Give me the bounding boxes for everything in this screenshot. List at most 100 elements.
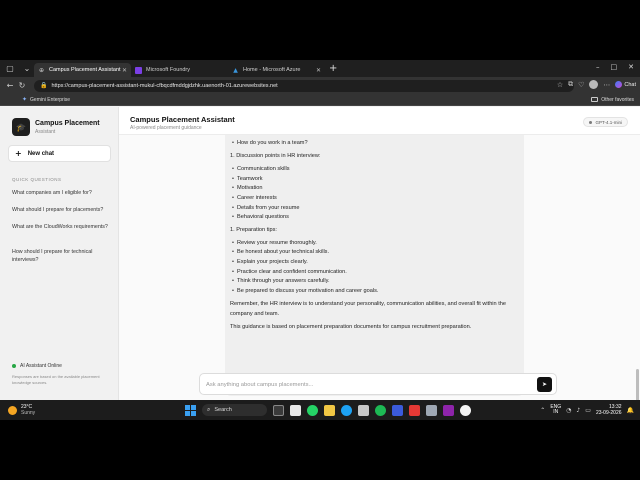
region-code: IN xyxy=(553,409,559,415)
message-line: How do you work in a team? xyxy=(232,140,308,146)
app-icon[interactable] xyxy=(443,404,454,416)
message-paragraph: Remember, the HR interview is to underst… xyxy=(230,301,506,317)
app-icon[interactable] xyxy=(392,404,403,416)
search-label: Search xyxy=(214,407,232,413)
sources-note: Responses are based on the available pla… xyxy=(12,374,100,385)
tab-campus-placement[interactable]: ⊕ Campus Placement Assistant ✕ xyxy=(34,63,131,77)
gemini-icon: ✦ xyxy=(22,96,28,103)
tab-microsoft-foundry[interactable]: Microsoft Foundry xyxy=(131,63,228,77)
url-field[interactable]: 🔒 https://campus-placement-assistant-muk… xyxy=(34,79,574,92)
maximize-icon[interactable]: □ xyxy=(611,63,618,71)
extensions-icon[interactable]: ⧉ xyxy=(568,80,573,89)
date: 23-09-2026 xyxy=(595,410,622,416)
system-tray: ⌃ ENG IN ◔ ♪ ▭ 13:32 23-09-2026 🔔 xyxy=(540,404,634,416)
assistant-message: How do you work in a team? 1. Discussion… xyxy=(225,135,524,396)
chrome-icon[interactable] xyxy=(460,404,471,416)
quick-question[interactable]: How should I prepare for technical inter… xyxy=(12,249,110,264)
new-chat-label: New chat xyxy=(27,150,55,157)
brand-subtitle: Assistant xyxy=(35,128,56,135)
list-item: Behavioral questions xyxy=(232,214,289,220)
close-window-icon[interactable]: ✕ xyxy=(628,63,634,71)
language-indicator[interactable]: ENG IN xyxy=(550,404,561,416)
brand: 🎓 Campus Placement Assistant xyxy=(12,118,100,136)
close-icon[interactable]: ✕ xyxy=(316,67,321,74)
model-dot-icon xyxy=(589,120,593,124)
tab-label: Campus Placement Assistant xyxy=(49,67,121,73)
file-explorer-icon[interactable] xyxy=(324,404,335,416)
toolbar-right: ☆ ⧉ ♡ ⋯ Chat xyxy=(557,80,636,89)
list-item: Review your resume thoroughly. xyxy=(232,240,317,246)
back-icon[interactable]: ← xyxy=(4,81,16,90)
message-input[interactable] xyxy=(206,378,526,391)
whatsapp-icon[interactable] xyxy=(307,404,318,416)
tab-label: Microsoft Foundry xyxy=(146,67,191,73)
favorite-label: Gemini Enterprise xyxy=(30,96,71,103)
other-favorites[interactable]: Other favorites xyxy=(591,97,634,103)
chevron-up-icon[interactable]: ⌃ xyxy=(540,407,545,414)
list-item: Career interests xyxy=(232,195,277,201)
message-section: 1. Discussion points in HR interview: xyxy=(230,153,321,159)
more-icon[interactable]: ⋯ xyxy=(603,81,610,89)
page-title: Campus Placement Assistant xyxy=(130,115,235,124)
copilot-label: Chat xyxy=(624,81,636,88)
online-dot-icon xyxy=(12,364,16,368)
page-subtitle: AI-powered placement guidance xyxy=(130,125,202,131)
folder-icon xyxy=(591,97,599,102)
volume-icon[interactable]: ♪ xyxy=(576,407,580,414)
send-button[interactable]: ➤ xyxy=(537,377,552,392)
azure-icon: ▲ xyxy=(233,66,238,74)
youtube-icon[interactable] xyxy=(409,404,420,416)
address-bar-row: ← ↻ 🔒 https://campus-placement-assistant… xyxy=(0,77,640,94)
new-tab-button[interactable]: + xyxy=(329,63,337,74)
copilot-chat-button[interactable]: Chat xyxy=(615,81,636,88)
quick-questions-header: QUICK QUESTIONS xyxy=(12,177,62,182)
list-item: Practice clear and confident communicati… xyxy=(232,269,347,275)
model-label: GPT-4.1-mini xyxy=(595,119,622,125)
quick-question[interactable]: What are the CloudWorks requirements? xyxy=(12,224,110,232)
windows-start-icon[interactable] xyxy=(185,404,196,416)
list-item: Communication skills xyxy=(232,166,290,172)
notifications-icon[interactable]: 🔔 xyxy=(627,407,634,414)
task-view-icon[interactable] xyxy=(273,404,284,416)
other-favorites-label: Other favorites xyxy=(601,96,634,103)
store-icon[interactable] xyxy=(358,404,369,416)
quick-question[interactable]: What should I prepare for placements? xyxy=(12,207,110,215)
minimize-icon[interactable]: – xyxy=(596,63,600,71)
taskbar-search[interactable]: ⌕ Search xyxy=(202,404,267,416)
battery-icon[interactable]: ▭ xyxy=(585,407,591,414)
chat-header: Campus Placement Assistant AI-powered pl… xyxy=(119,107,640,135)
wifi-icon[interactable]: ◔ xyxy=(566,407,571,414)
close-icon[interactable]: ✕ xyxy=(122,67,127,74)
url-text: https://campus-placement-assistant-mukul… xyxy=(51,82,278,89)
windows-taskbar: 23°C Sunny ⌕ Search ⌃ ENG IN ◔ ♪ ▭ 13:32 xyxy=(0,400,640,420)
edge-icon[interactable] xyxy=(341,404,352,416)
foundry-icon xyxy=(135,66,142,74)
tab-label: Home - Microsoft Azure xyxy=(243,67,301,73)
weather-condition: Sunny xyxy=(21,410,36,416)
profile-avatar[interactable] xyxy=(589,80,599,89)
clock[interactable]: 13:32 23-09-2026 xyxy=(596,404,622,416)
tab-list-chevron-icon[interactable]: ⌄ xyxy=(20,63,34,75)
new-chat-button[interactable]: + New chat xyxy=(8,145,111,162)
app-icon[interactable] xyxy=(290,404,301,416)
tab-actions-icon[interactable]: ▢ xyxy=(3,63,17,75)
quick-question[interactable]: What companies am I eligible for? xyxy=(12,190,110,198)
plus-icon: + xyxy=(15,149,22,158)
status-label: AI Assistant Online xyxy=(20,363,62,369)
message-section: 1. Preparation tips: xyxy=(230,227,277,233)
assistant-status: AI Assistant Online xyxy=(12,363,62,369)
collections-icon[interactable]: ♡ xyxy=(578,81,584,89)
sidebar: 🎓 Campus Placement Assistant + New chat … xyxy=(0,107,119,420)
app-icon[interactable] xyxy=(426,404,437,416)
taskbar-apps: ⌕ Search xyxy=(185,404,471,416)
tab-azure[interactable]: ▲ Home - Microsoft Azure ✕ xyxy=(228,63,325,77)
search-icon: ⌕ xyxy=(207,406,211,413)
weather-widget[interactable]: 23°C Sunny xyxy=(8,404,35,416)
browser-tab-bar: ▢ ⌄ ⊕ Campus Placement Assistant ✕ Micro… xyxy=(0,60,640,77)
favorites-icon[interactable]: ☆ xyxy=(557,81,563,89)
spotify-icon[interactable] xyxy=(375,404,386,416)
favorite-gemini[interactable]: ✦ Gemini Enterprise xyxy=(22,96,70,103)
refresh-icon[interactable]: ↻ xyxy=(16,81,28,90)
model-badge: GPT-4.1-mini xyxy=(583,117,628,127)
chat-main: Campus Placement Assistant AI-powered pl… xyxy=(119,107,640,420)
